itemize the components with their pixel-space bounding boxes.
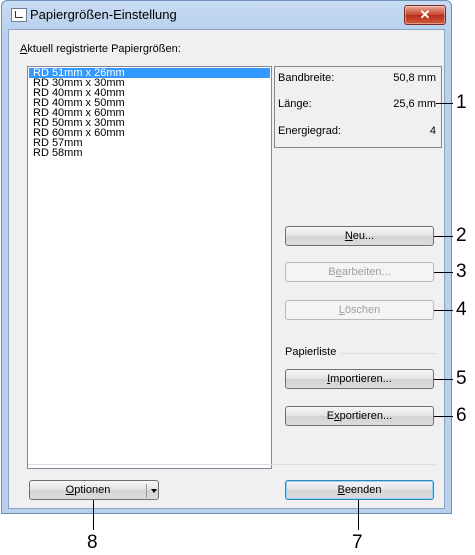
callout-number-8: 8 xyxy=(87,532,98,553)
paper-size-list[interactable]: RD 51mm x 26mm RD 30mm x 30mm RD 40mm x … xyxy=(27,66,272,469)
callout-number-3: 3 xyxy=(456,261,467,282)
info-value: 4 xyxy=(429,125,436,137)
info-label: Länge: xyxy=(278,98,312,110)
dropdown-arrow-icon[interactable] xyxy=(151,489,157,493)
callout-line-1 xyxy=(436,103,453,104)
callout-number-6: 6 xyxy=(456,405,467,426)
info-label: Energiegrad: xyxy=(278,125,341,137)
info-row-length: Länge: 25,6 mm xyxy=(278,98,436,112)
options-label: Optionen xyxy=(65,484,111,496)
callout-line-2 xyxy=(434,236,453,237)
info-row-energy: Energiegrad: 4 xyxy=(278,125,436,139)
window-title: Papiergrößen-Einstellung xyxy=(30,7,177,22)
info-value: 50,8 mm xyxy=(393,72,436,84)
export-button[interactable]: Exportieren... xyxy=(285,406,434,426)
app-icon xyxy=(11,8,27,22)
import-button[interactable]: Importieren... xyxy=(285,369,434,389)
callout-number-7: 7 xyxy=(352,532,363,553)
edit-button[interactable]: Bearbeiten... xyxy=(285,262,434,282)
callout-number-4: 4 xyxy=(456,299,467,320)
delete-button[interactable]: Löschen xyxy=(285,300,434,320)
title-bar[interactable]: Papiergrößen-Einstellung ✕ xyxy=(2,1,451,29)
paper-info-panel: Bandbreite: 50,8 mm Länge: 25,6 mm Energ… xyxy=(274,66,442,148)
options-split-button[interactable]: Optionen xyxy=(29,480,159,500)
callout-line-7 xyxy=(358,500,359,530)
close-button[interactable]: ✕ xyxy=(404,5,446,25)
callout-line-5 xyxy=(434,379,453,380)
info-row-width: Bandbreite: 50,8 mm xyxy=(278,72,436,86)
callout-line-8 xyxy=(93,500,94,530)
new-button[interactable]: Neu... xyxy=(285,226,434,246)
callout-number-5: 5 xyxy=(456,368,467,389)
callout-line-3 xyxy=(434,272,453,273)
list-label: Aktuell registrierte Papiergrößen: xyxy=(20,43,181,55)
info-label: Bandbreite: xyxy=(278,72,335,84)
finish-button[interactable]: Beenden xyxy=(285,480,434,500)
info-value: 25,6 mm xyxy=(393,98,436,110)
footer-divider xyxy=(28,464,435,465)
paper-list-section-label: Papierliste xyxy=(285,346,341,358)
callout-number-1: 1 xyxy=(456,92,467,113)
callout-number-2: 2 xyxy=(456,225,467,246)
split-divider xyxy=(146,484,147,498)
callout-line-4 xyxy=(434,310,453,311)
list-item[interactable]: RD 58mm xyxy=(28,148,271,159)
callout-line-6 xyxy=(434,416,453,417)
